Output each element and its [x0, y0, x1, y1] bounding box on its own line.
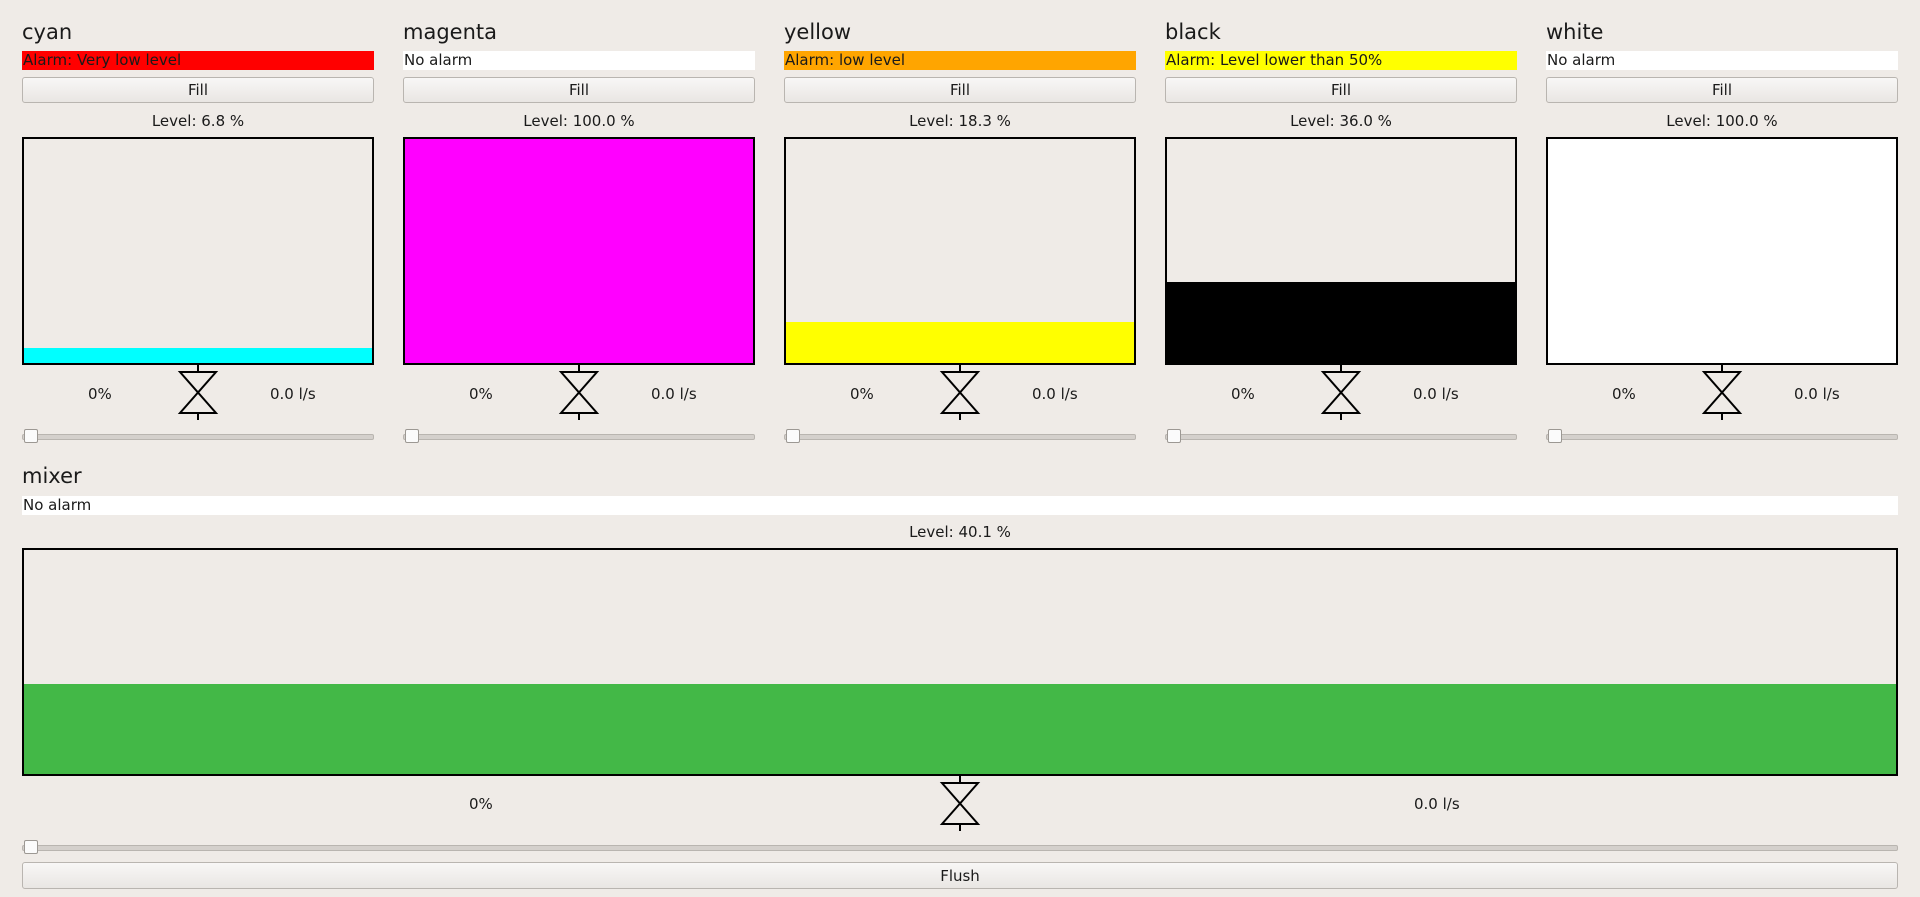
valve-icon[interactable]	[558, 365, 600, 420]
valve-percent: 0%	[1612, 385, 1636, 403]
alarm-bar: No alarm	[403, 51, 755, 70]
mixer-liquid-fill	[24, 684, 1896, 774]
valve-icon[interactable]	[1701, 365, 1743, 420]
tank-name: white	[1546, 20, 1604, 44]
fill-button[interactable]: Fill	[784, 77, 1136, 103]
slider-handle[interactable]	[24, 840, 38, 854]
valve-slider[interactable]	[1165, 429, 1517, 443]
mixer-valve-icon[interactable]	[939, 776, 981, 831]
slider-handle[interactable]	[24, 429, 38, 443]
slider-track	[22, 434, 374, 440]
mixer-flow-rate: 0.0 l/s	[1414, 795, 1460, 813]
mixer-tank-container	[22, 548, 1898, 776]
slider-handle[interactable]	[405, 429, 419, 443]
valve-slider[interactable]	[22, 429, 374, 443]
slider-track	[403, 434, 755, 440]
flow-rate: 0.0 l/s	[1794, 385, 1840, 403]
valve-icon[interactable]	[177, 365, 219, 420]
flush-button[interactable]: Flush	[22, 862, 1898, 889]
slider-handle[interactable]	[1167, 429, 1181, 443]
liquid-fill	[24, 347, 372, 363]
mixer-valve-slider[interactable]	[22, 840, 1898, 854]
liquid-fill	[786, 322, 1134, 363]
valve-percent: 0%	[469, 385, 493, 403]
valve-icon[interactable]	[939, 365, 981, 420]
valve-percent: 0%	[1231, 385, 1255, 403]
tank-container	[784, 137, 1136, 365]
alarm-bar: No alarm	[1546, 51, 1898, 70]
alarm-bar: Alarm: Very low level	[22, 51, 374, 70]
tank-container	[22, 137, 374, 365]
flow-rate: 0.0 l/s	[270, 385, 316, 403]
fill-button[interactable]: Fill	[1165, 77, 1517, 103]
mixer-name: mixer	[22, 464, 82, 488]
fill-button[interactable]: Fill	[403, 77, 755, 103]
mixer-alarm-bar: No alarm	[22, 496, 1898, 515]
flow-rate: 0.0 l/s	[651, 385, 697, 403]
fill-button[interactable]: Fill	[1546, 77, 1898, 103]
tank-container	[1165, 137, 1517, 365]
tank-name: cyan	[22, 20, 73, 44]
mixer-valve-percent: 0%	[469, 795, 493, 813]
tank-container	[403, 137, 755, 365]
flow-rate: 0.0 l/s	[1413, 385, 1459, 403]
valve-slider[interactable]	[1546, 429, 1898, 443]
level-label: Level: 36.0 %	[1290, 112, 1392, 130]
level-label: Level: 18.3 %	[909, 112, 1011, 130]
level-label: Level: 100.0 %	[1666, 112, 1778, 130]
liquid-fill	[1548, 139, 1896, 363]
liquid-fill	[1167, 282, 1515, 363]
level-label: Level: 6.8 %	[151, 112, 245, 130]
slider-track	[784, 434, 1136, 440]
level-label: Level: 100.0 %	[523, 112, 635, 130]
slider-track	[1546, 434, 1898, 440]
flow-rate: 0.0 l/s	[1032, 385, 1078, 403]
valve-percent: 0%	[88, 385, 112, 403]
fill-button[interactable]: Fill	[22, 77, 374, 103]
valve-icon[interactable]	[1320, 365, 1362, 420]
slider-handle[interactable]	[786, 429, 800, 443]
slider-handle[interactable]	[1548, 429, 1562, 443]
tank-name: yellow	[784, 20, 852, 44]
alarm-bar: Alarm: low level	[784, 51, 1136, 70]
slider-track	[22, 845, 1898, 851]
slider-track	[1165, 434, 1517, 440]
valve-slider[interactable]	[403, 429, 755, 443]
tank-name: magenta	[403, 20, 497, 44]
liquid-fill	[405, 139, 753, 363]
valve-percent: 0%	[850, 385, 874, 403]
tank-container	[1546, 137, 1898, 365]
valve-slider[interactable]	[784, 429, 1136, 443]
alarm-bar: Alarm: Level lower than 50%	[1165, 51, 1517, 70]
mixer-level-label: Level: 40.1 %	[909, 523, 1011, 541]
tank-name: black	[1165, 20, 1221, 44]
